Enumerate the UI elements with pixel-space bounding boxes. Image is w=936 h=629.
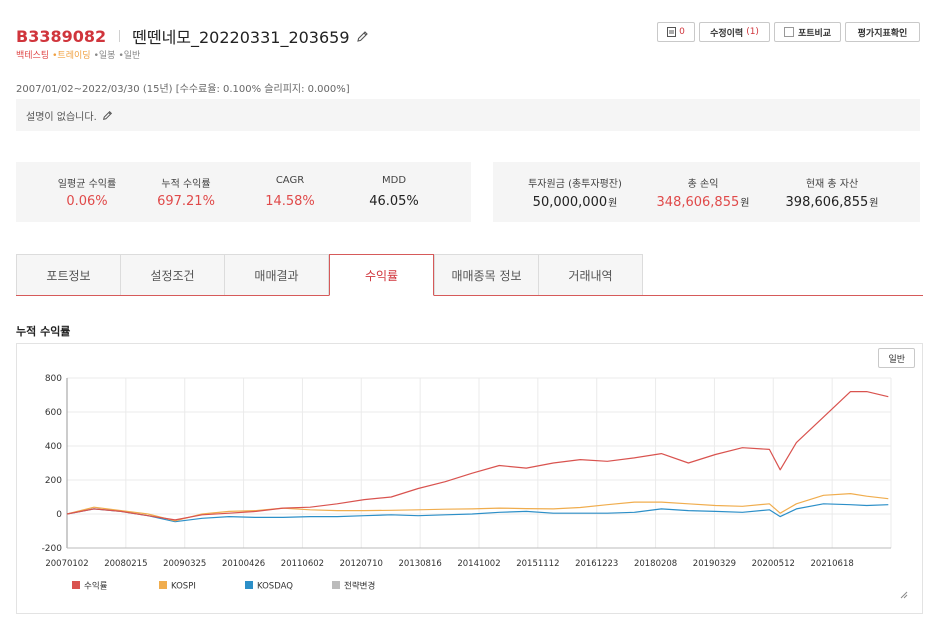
asset-stats-panel: 투자원금 (총투자평잔) 50,000,000원 총 손익 348,606,85…: [493, 162, 920, 222]
portfolio-code: B3389082: [16, 26, 107, 46]
stat-label: CAGR: [275, 175, 305, 186]
stat-value-wrap: 398,606,855원: [762, 194, 902, 210]
saved-count-button[interactable]: 0: [657, 22, 695, 42]
x-tick-label: 20190329: [693, 559, 736, 569]
stat-current-assets: 현재 총 자산 398,606,855원: [762, 162, 902, 222]
stat-value: 697.21%: [157, 194, 215, 209]
edit-description-pencil-icon[interactable]: [102, 110, 113, 121]
x-tick-label: 20090325: [163, 559, 206, 569]
x-tick-label: 20180208: [634, 559, 677, 569]
period-info: 2007/01/02~2022/03/30 (15년) [수수료율: 0.100…: [16, 84, 350, 95]
stat-unit: 원: [869, 198, 879, 209]
y-tick-label: -200: [42, 544, 63, 554]
x-tick-label: 20130816: [399, 559, 442, 569]
legend-swatch: [245, 581, 253, 589]
tag-backtest: 백테스팅: [16, 51, 50, 61]
legend-swatch: [159, 581, 167, 589]
portfolio-header: B3389082 뗀뗀네모_20220331_203659: [16, 24, 369, 48]
x-tick-label: 20070102: [45, 559, 88, 569]
revision-label: 수정이력: [710, 28, 744, 39]
revision-history-button[interactable]: 수정이력 (1): [699, 22, 770, 42]
tab-trade-stock-info[interactable]: 매매종목 정보: [434, 254, 539, 295]
legend-label: 전략변경: [344, 581, 375, 592]
stat-label: 총 손익: [687, 179, 719, 190]
stat-unit: 원: [608, 198, 618, 209]
tab-trade-results[interactable]: 매매결과: [224, 254, 329, 295]
y-tick-label: 400: [45, 442, 62, 452]
legend-label: KOSPI: [171, 582, 196, 592]
portfolio-compare-button[interactable]: 포트비교: [774, 22, 841, 42]
x-tick-label: 20141002: [457, 559, 500, 569]
revision-count: (1): [746, 27, 759, 37]
stat-mdd: MDD 46.05%: [334, 162, 454, 222]
stat-label: 현재 총 자산: [805, 179, 859, 190]
resize-handle-icon[interactable]: [900, 591, 908, 599]
saved-count: 0: [679, 27, 685, 37]
compare-label: 포트비교: [797, 28, 832, 39]
tab-portfolio-info[interactable]: 포트정보: [16, 254, 121, 295]
chart-svg: -200 0 200 400 600 800 20070102 20080215 2009032…: [42, 374, 892, 592]
stat-value: 50,000,000: [532, 195, 608, 210]
description-text: 설명이 없습니다.: [26, 111, 97, 123]
edit-title-pencil-icon[interactable]: [356, 30, 369, 43]
y-tick-label: 800: [45, 374, 62, 384]
section-title: 누적 수익률: [16, 325, 71, 338]
x-tick-label: 20100426: [222, 559, 265, 569]
x-tick-label: 20151112: [516, 559, 559, 569]
portfolio-title: 뗀뗀네모_20220331_203659: [132, 28, 350, 47]
stat-label: MDD: [381, 175, 407, 186]
stat-value-wrap: 348,606,855원: [633, 194, 773, 210]
y-tick-label: 600: [45, 408, 62, 418]
x-tick-label: 20210618: [811, 559, 854, 569]
stat-value-wrap: 50,000,000원: [505, 194, 645, 210]
legend-label: KOSDAQ: [257, 582, 293, 592]
stat-value: 14.58%: [265, 194, 315, 209]
view-metrics-button[interactable]: 평가지표확인: [845, 22, 920, 42]
metrics-label: 평가지표확인: [857, 28, 908, 39]
tag-trading: •트레이딩: [52, 51, 91, 61]
x-tick-label: 20110602: [281, 559, 324, 569]
legend-swatch: [72, 581, 80, 589]
compare-checkbox[interactable]: [783, 27, 794, 37]
document-icon: [667, 27, 677, 37]
x-tick-label: 20120710: [340, 559, 383, 569]
stat-unit: 원: [740, 198, 750, 209]
description-box: 설명이 없습니다.: [16, 99, 920, 131]
tag-daily: •일봉: [93, 51, 116, 61]
series-line-kosdaq: [66, 503, 889, 523]
y-tick-label: 0: [56, 510, 62, 520]
tab-settings[interactable]: 설정조건: [120, 254, 225, 295]
series-line-return: [66, 391, 889, 521]
stat-label: 누적 수익률: [161, 179, 211, 190]
header-divider: [119, 30, 121, 42]
tag-general: •일반: [118, 51, 141, 61]
stat-value: 46.05%: [369, 194, 419, 209]
portfolio-tags: 백테스팅 •트레이딩 •일봉 •일반: [16, 48, 140, 61]
stat-total-pnl: 총 손익 348,606,855원: [633, 162, 773, 222]
stat-value: 398,606,855: [785, 195, 869, 210]
cumulative-return-chart: 일반 -200 0 200 400 600 800 20070102 20080215 2009…: [16, 343, 923, 614]
result-tabs: 포트정보 설정조건 매매결과 수익률 매매종목 정보 거래내역: [16, 254, 923, 296]
x-tick-label: 20161223: [575, 559, 618, 569]
stat-cagr: CAGR 14.58%: [230, 162, 350, 222]
legend-swatch: [332, 581, 340, 589]
tab-returns[interactable]: 수익률: [329, 254, 434, 296]
x-tick-label: 20200512: [752, 559, 795, 569]
stat-cumulative-return: 누적 수익률 697.21%: [126, 162, 246, 222]
top-button-group: 0 수정이력 (1) 포트비교 평가지표확인: [657, 22, 920, 42]
x-tick-label: 20080215: [104, 559, 147, 569]
stat-label: 투자원금 (총투자평잔): [528, 179, 622, 190]
y-tick-label: 200: [45, 476, 62, 486]
return-stats-panel: 일평균 수익률 0.06% 누적 수익률 697.21% CAGR 14.58%…: [16, 162, 471, 222]
stat-value: 348,606,855: [656, 195, 740, 210]
tab-transaction-history[interactable]: 거래내역: [538, 254, 643, 295]
stat-principal: 투자원금 (총투자평잔) 50,000,000원: [505, 162, 645, 222]
legend-label: 수익률: [84, 581, 108, 592]
